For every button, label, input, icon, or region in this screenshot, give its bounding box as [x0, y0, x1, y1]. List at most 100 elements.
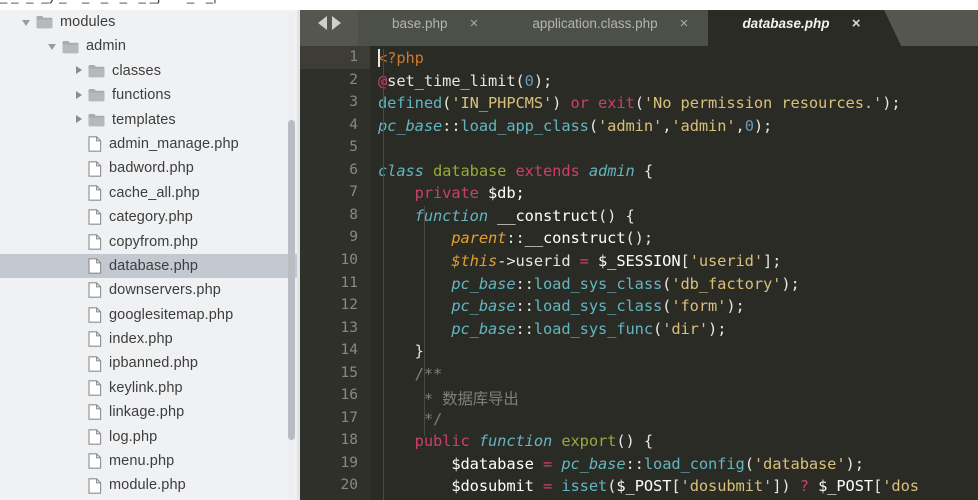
tree-item-label: ipbanned.php	[109, 355, 199, 372]
file-icon-svg	[88, 209, 102, 226]
tree-item-label: classes	[112, 62, 162, 79]
tree-file-row[interactable]: database.php	[0, 253, 300, 279]
code-line[interactable]: @set_time_limit(0);	[378, 72, 552, 90]
tree-folder-row[interactable]: classes	[0, 59, 300, 83]
chevron-left-icon[interactable]	[317, 16, 327, 30]
folder-icon-svg	[62, 40, 79, 53]
file-icon-svg	[88, 355, 102, 372]
code-line[interactable]: pc_base::load_app_class('admin','admin',…	[378, 117, 772, 135]
tree-folder-row[interactable]: templates	[0, 108, 300, 132]
code-text[interactable]: <?php @set_time_limit(0); defined('IN_PHPC…	[378, 46, 978, 500]
chevron-right-icon[interactable]	[74, 90, 85, 101]
line-number-gutter[interactable]: 123456789101112131415161718192021	[300, 46, 370, 500]
file-icon	[88, 233, 102, 250]
file-icon-svg	[88, 380, 102, 396]
tree-file-row[interactable]: downservers.php	[0, 278, 300, 302]
line-number: 2	[349, 71, 358, 88]
file-icon-svg	[88, 282, 102, 299]
editor-window: _ _ _ _y _ _ _ _ _ _j _ _| modules admin c…	[0, 0, 978, 500]
line-number: 10	[340, 251, 358, 268]
code-line[interactable]: */	[378, 410, 442, 428]
tree-item-label: module.php	[109, 477, 186, 494]
code-line[interactable]: private $db;	[378, 184, 525, 202]
tab-close-icon[interactable]: ×	[680, 16, 689, 31]
tree-file-row[interactable]: menu.php	[0, 449, 300, 473]
code-line[interactable]: /**	[378, 365, 443, 383]
line-number: 17	[340, 409, 358, 426]
indent-guide	[383, 49, 384, 500]
chevron-down-icon[interactable]	[48, 41, 59, 52]
tree-folder-row[interactable]: admin	[0, 34, 300, 58]
tree-item-label: downservers.php	[109, 282, 221, 299]
code-area[interactable]: 123456789101112131415161718192021 <?php@…	[300, 46, 978, 500]
code-line[interactable]: pc_base::load_sys_class('db_factory');	[378, 275, 799, 293]
code-line[interactable]: public function export() {	[378, 432, 653, 450]
tree-item-label: functions	[112, 87, 171, 104]
file-icon-svg	[88, 160, 102, 177]
code-line[interactable]: function __construct() {	[378, 207, 635, 225]
line-number: 3	[349, 94, 358, 111]
code-line[interactable]: * 数据库导出	[378, 387, 519, 409]
tree-item-label: linkage.php	[109, 404, 185, 421]
file-tree-sidebar[interactable]: modules admin classes functions templates adm…	[0, 0, 300, 500]
chevron-right-icon[interactable]	[74, 65, 85, 76]
code-line[interactable]: defined('IN_PHPCMS') or exit('No permiss…	[378, 94, 901, 112]
line-number: 18	[340, 432, 358, 449]
code-line[interactable]: pc_base::load_sys_class('form');	[378, 297, 744, 315]
file-icon	[88, 185, 102, 201]
tree-item-label: cache_all.php	[109, 184, 200, 201]
tree-item-label: menu.php	[109, 453, 175, 470]
chevron-down-icon[interactable]	[22, 17, 33, 28]
tree-file-row[interactable]: linkage.php	[0, 400, 300, 424]
chevron-right-icon[interactable]	[331, 16, 341, 30]
folder-icon-svg	[88, 89, 105, 102]
chevron-right-icon[interactable]	[74, 114, 85, 125]
code-line[interactable]: }	[378, 342, 424, 360]
line-number: 7	[349, 184, 358, 201]
tab-label: base.php	[392, 15, 448, 31]
code-line[interactable]: $database = pc_base::load_config('databa…	[378, 455, 864, 473]
tree-file-row[interactable]: keylink.php	[0, 376, 300, 400]
tree-file-row[interactable]: module.php	[0, 473, 300, 497]
tree-folder-row[interactable]: modules	[0, 10, 300, 34]
line-number: 11	[340, 274, 358, 291]
tree-file-row[interactable]: badword.php	[0, 156, 300, 180]
code-line[interactable]: $dosubmit = isset($_POST['dosubmit']) ? …	[378, 477, 919, 495]
tree-file-row[interactable]: cache_all.php	[0, 181, 300, 205]
folder-icon-svg	[88, 64, 105, 78]
folder-icon	[88, 88, 105, 102]
tree-item-label: admin	[86, 38, 126, 55]
tree-file-row[interactable]: log.php	[0, 425, 300, 449]
tab-close-icon[interactable]: ×	[470, 16, 479, 31]
line-number: 6	[349, 161, 358, 178]
code-line[interactable]: class database extends admin {	[378, 162, 653, 180]
file-icon-svg	[88, 185, 102, 201]
folder-icon-svg	[88, 113, 105, 126]
file-tree[interactable]: modules admin classes functions templates adm…	[0, 10, 300, 498]
tree-file-row[interactable]: index.php	[0, 327, 300, 351]
sidebar-scrollbar-thumb[interactable]	[288, 120, 295, 440]
code-line[interactable]: pc_base::load_sys_func('dir');	[378, 320, 726, 338]
tree-folder-row[interactable]: functions	[0, 83, 300, 107]
line-number: 8	[349, 206, 358, 223]
tree-file-row[interactable]: copyfrom.php	[0, 230, 300, 254]
tree-file-row[interactable]: admin_manage.php	[0, 132, 300, 156]
folder-icon	[36, 15, 53, 29]
code-line[interactable]: $this->userid = $_SESSION['userid'];	[378, 252, 781, 270]
code-line[interactable]: parent::__construct();	[378, 229, 653, 247]
tree-file-row[interactable]: googlesitemap.php	[0, 303, 300, 327]
tree-file-row[interactable]: category.php	[0, 205, 300, 229]
tab-close-icon[interactable]: ×	[851, 16, 860, 31]
file-icon	[88, 307, 102, 323]
tree-file-row[interactable]: ipbanned.php	[0, 351, 300, 375]
code-line[interactable]: <?php	[378, 49, 424, 67]
line-number: 1	[349, 49, 358, 65]
tree-item-label: templates	[112, 111, 176, 128]
